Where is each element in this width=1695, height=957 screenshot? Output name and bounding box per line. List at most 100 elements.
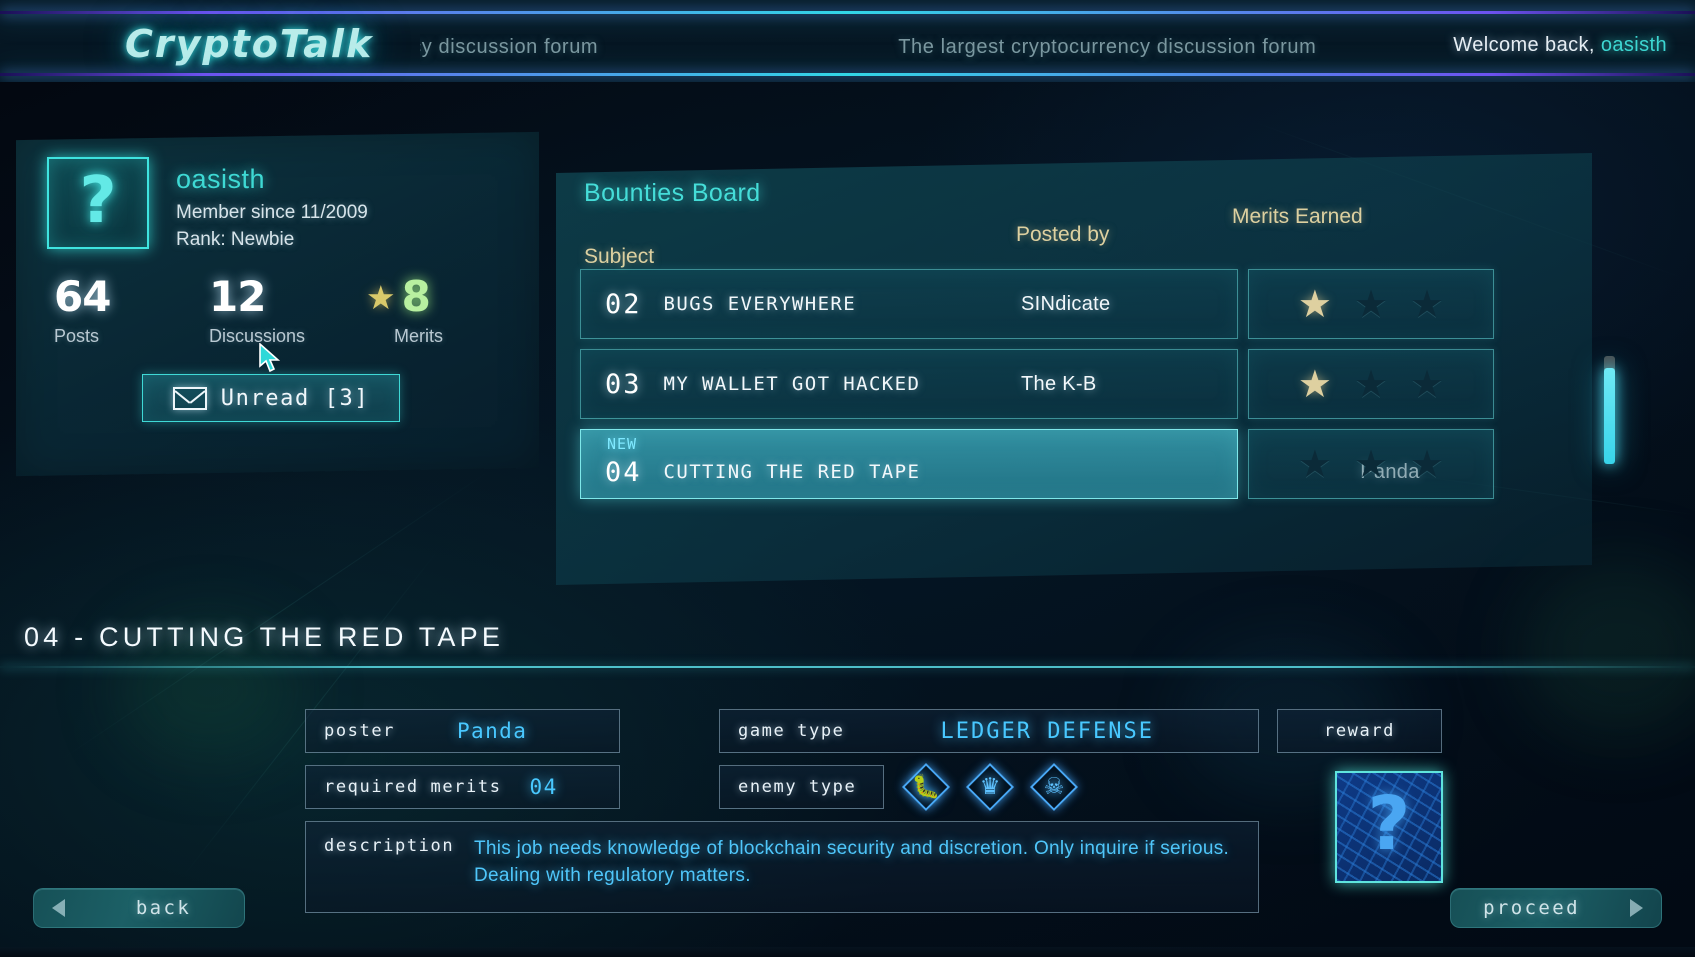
star-empty-icon: ★ [1353,362,1389,406]
bounty-number: 04 [605,456,642,488]
app-root: CryptoTalk The largest cryptocurrency di… [0,0,1695,957]
back-button-label: back [135,897,192,919]
bounty-merits-cell[interactable]: ★ ★ ★ [1248,429,1494,499]
star-empty-icon: ★ [1410,362,1445,406]
bug-icon: 🐛 [901,762,951,812]
proceed-button-label: proceed [1483,897,1580,919]
bounties-board-title: Bounties Board [584,179,761,207]
field-required-merits-value: 04 [529,775,558,799]
profile-rank: Rank: Newbie [176,229,295,250]
welcome-prefix: Welcome back, [1453,34,1595,56]
field-required-merits: required merits 04 [305,765,620,809]
profile-username: oasisth [176,164,266,194]
field-poster: poster Panda [305,709,620,753]
avatar[interactable]: ? [47,157,149,249]
bug-glyph: 🐛 [911,773,941,800]
marquee-segment: The largest cryptocurrency discussion fo… [420,36,599,58]
field-reward-label: reward [1323,721,1395,741]
bounty-number: 03 [605,368,642,400]
new-badge: NEW [607,435,638,453]
marquee-segment-repeat: The largest cryptocurrency discussion fo… [898,36,1317,58]
spy-hat-icon: ♛ [965,762,1015,812]
field-poster-value: Panda [457,719,528,743]
table-row[interactable]: 02 BUGS EVERYWHERE SINdicate ★ ★ ★ [580,269,1570,339]
bounties-board-inner: Bounties Board Subject Posted by Merits … [556,163,1592,575]
circuit-question-mark-icon: ? [1335,771,1443,883]
star-empty-icon: ★ [1410,442,1445,486]
bounty-subject-cell[interactable]: 02 BUGS EVERYWHERE SINdicate [580,269,1238,339]
bounty-merits-cell[interactable]: ★ ★ ★ [1248,349,1494,419]
scrollbar-thumb[interactable] [1604,368,1615,464]
reward-question-glyph: ? [1367,781,1411,867]
bounty-poster: SINdicate [1021,292,1111,315]
chevron-left-icon [52,899,65,917]
field-poster-label: poster [324,721,396,741]
stat-discussions: 12 Discussions [209,272,306,347]
star-empty-icon: ★ [1410,282,1445,326]
marquee-text: The largest cryptocurrency discussion fo… [420,36,1320,59]
field-enemy-type: enemy type [719,765,884,809]
bounty-subject: MY WALLET GOT HACKED [663,373,921,395]
bounty-subject-cell[interactable]: 03 MY WALLET GOT HACKED The K-B [580,349,1238,419]
field-game-type: game type LEDGER DEFENSE [719,709,1259,753]
field-description-text: This job needs knowledge of blockchain s… [474,838,1230,886]
spy-hat-glyph: ♛ [979,773,1001,800]
skull-glyph: ☠ [1043,773,1065,800]
column-header-subject: Subject [584,245,655,268]
bounty-subject: BUGS EVERYWHERE [663,293,857,315]
bounties-board-panel: Bounties Board Subject Posted by Merits … [556,153,1592,585]
back-button[interactable]: back [33,888,245,928]
chevron-right-icon [1630,899,1643,917]
header-marquee: The largest cryptocurrency discussion fo… [420,34,1320,68]
welcome-message: Welcome back, oasisth [1453,34,1667,57]
star-filled-icon: ★ [1297,282,1332,326]
stat-posts-label: Posts [54,326,100,346]
page-title: 04 - CUTTING THE RED TAPE [24,622,505,652]
site-logo[interactable]: CryptoTalk [125,22,373,66]
stat-posts-value: 64 [54,272,111,321]
field-reward: reward [1277,709,1442,753]
field-description-label: description [324,836,455,856]
skull-icon: ☠ [1029,762,1079,812]
bottom-strip [0,947,1695,957]
stat-merits-label: Merits [394,326,443,346]
bounty-number: 02 [605,288,642,320]
bounty-subject: CUTTING THE RED TAPE [663,461,921,483]
enemy-type-icons: 🐛 ♛ ☠ [901,762,1079,812]
profile-panel-inner: ? oasisth Member since 11/2009 Rank: New… [16,136,539,472]
field-description: description This job needs knowledge of … [305,821,1259,913]
proceed-button[interactable]: proceed [1450,888,1662,928]
column-header-posted-by: Posted by [1016,223,1110,246]
stat-posts: 64 Posts [54,272,111,347]
field-enemy-type-label: enemy type [738,777,857,797]
stat-discussions-value: 12 [209,272,266,321]
stat-merits: ★ 8 Merits [366,272,443,347]
unread-messages-button[interactable]: Unread [3] [142,374,400,422]
field-game-type-label: game type [738,721,845,741]
field-game-type-value: LEDGER DEFENSE [940,718,1154,744]
star-filled-icon: ★ [1297,362,1332,406]
profile-member-since: Member since 11/2009 [176,202,368,223]
stat-discussions-label: Discussions [209,326,306,346]
bounty-subject-cell[interactable]: NEW 04 CUTTING THE RED TAPE Panda [580,429,1420,499]
welcome-username[interactable]: oasisth [1601,34,1667,56]
envelope-icon [172,386,207,410]
profile-panel: ? oasisth Member since 11/2009 Rank: New… [16,131,539,477]
table-row[interactable]: 03 MY WALLET GOT HACKED The K-B ★ ★ ★ [580,349,1570,419]
star-icon: ★ [366,278,396,316]
bounty-merits-cell[interactable]: ★ ★ ★ [1248,269,1494,339]
question-mark-icon: ? [79,164,117,238]
field-required-merits-label: required merits [324,777,502,797]
stat-merits-value: 8 [401,272,430,321]
column-header-merits: Merits Earned [1232,205,1363,228]
site-header: CryptoTalk The largest cryptocurrency di… [0,0,1695,82]
stat-merits-row: ★ 8 [366,272,443,321]
bounty-detail-panel: poster Panda required merits 04 game typ… [0,668,1695,957]
bounties-scrollbar[interactable] [1604,356,1615,476]
unread-label: Unread [3] [220,385,370,411]
star-empty-icon: ★ [1353,442,1389,486]
star-empty-icon: ★ [1297,442,1332,486]
table-row-selected[interactable]: NEW 04 CUTTING THE RED TAPE Panda ★ ★ ★ [580,429,1570,499]
bounty-poster: The K-B [1021,372,1097,395]
star-empty-icon: ★ [1353,282,1389,326]
